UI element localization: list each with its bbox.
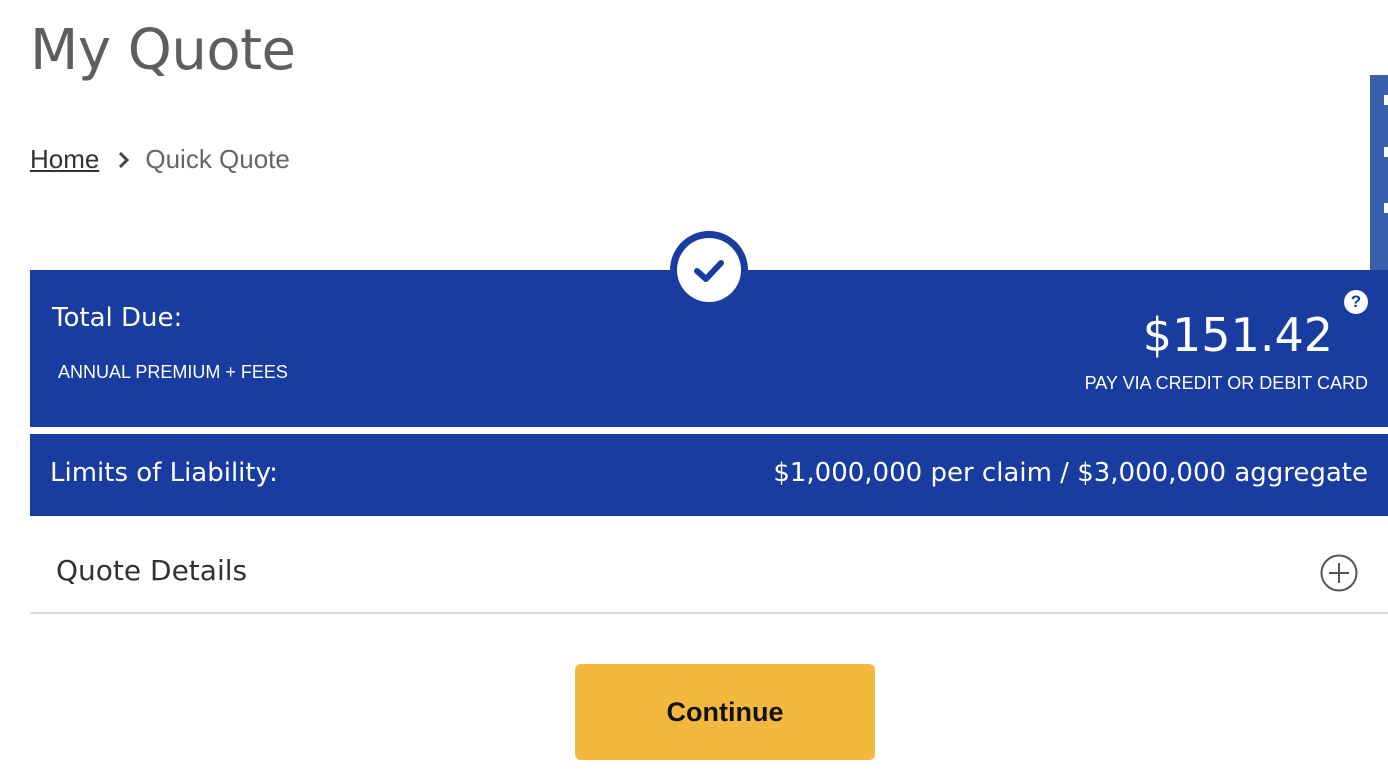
quote-details-label: Quote Details (56, 554, 248, 587)
breadcrumb-home-link[interactable]: Home (30, 144, 99, 175)
payment-method-note: PAY VIA CREDIT OR DEBIT CARD (1084, 373, 1368, 393)
breadcrumb: Home Quick Quote (30, 144, 290, 175)
breadcrumb-current: Quick Quote (145, 144, 290, 174)
plus-circle-icon[interactable] (1320, 554, 1358, 592)
side-feedback-tab[interactable] (1370, 75, 1388, 272)
question-icon[interactable]: ? (1344, 290, 1368, 314)
liability-label: Limits of Liability: (50, 458, 278, 488)
annual-premium-label: ANNUAL PREMIUM + FEES (58, 362, 288, 382)
liability-panel: Limits of Liability: $1,000,000 per clai… (30, 434, 1388, 516)
total-due-label: Total Due: (52, 303, 183, 333)
chevron-right-icon (119, 151, 130, 168)
check-icon (670, 231, 748, 309)
quote-page: My Quote Home Quick Quote Total Due: ANN… (0, 0, 1388, 772)
quote-details-toggle[interactable]: Quote Details (30, 530, 1388, 614)
total-amount: $151.42 (1142, 308, 1333, 362)
liability-value: $1,000,000 per claim / $3,000,000 aggreg… (773, 458, 1368, 488)
continue-button[interactable]: Continue (575, 664, 875, 760)
page-title: My Quote (30, 18, 296, 83)
